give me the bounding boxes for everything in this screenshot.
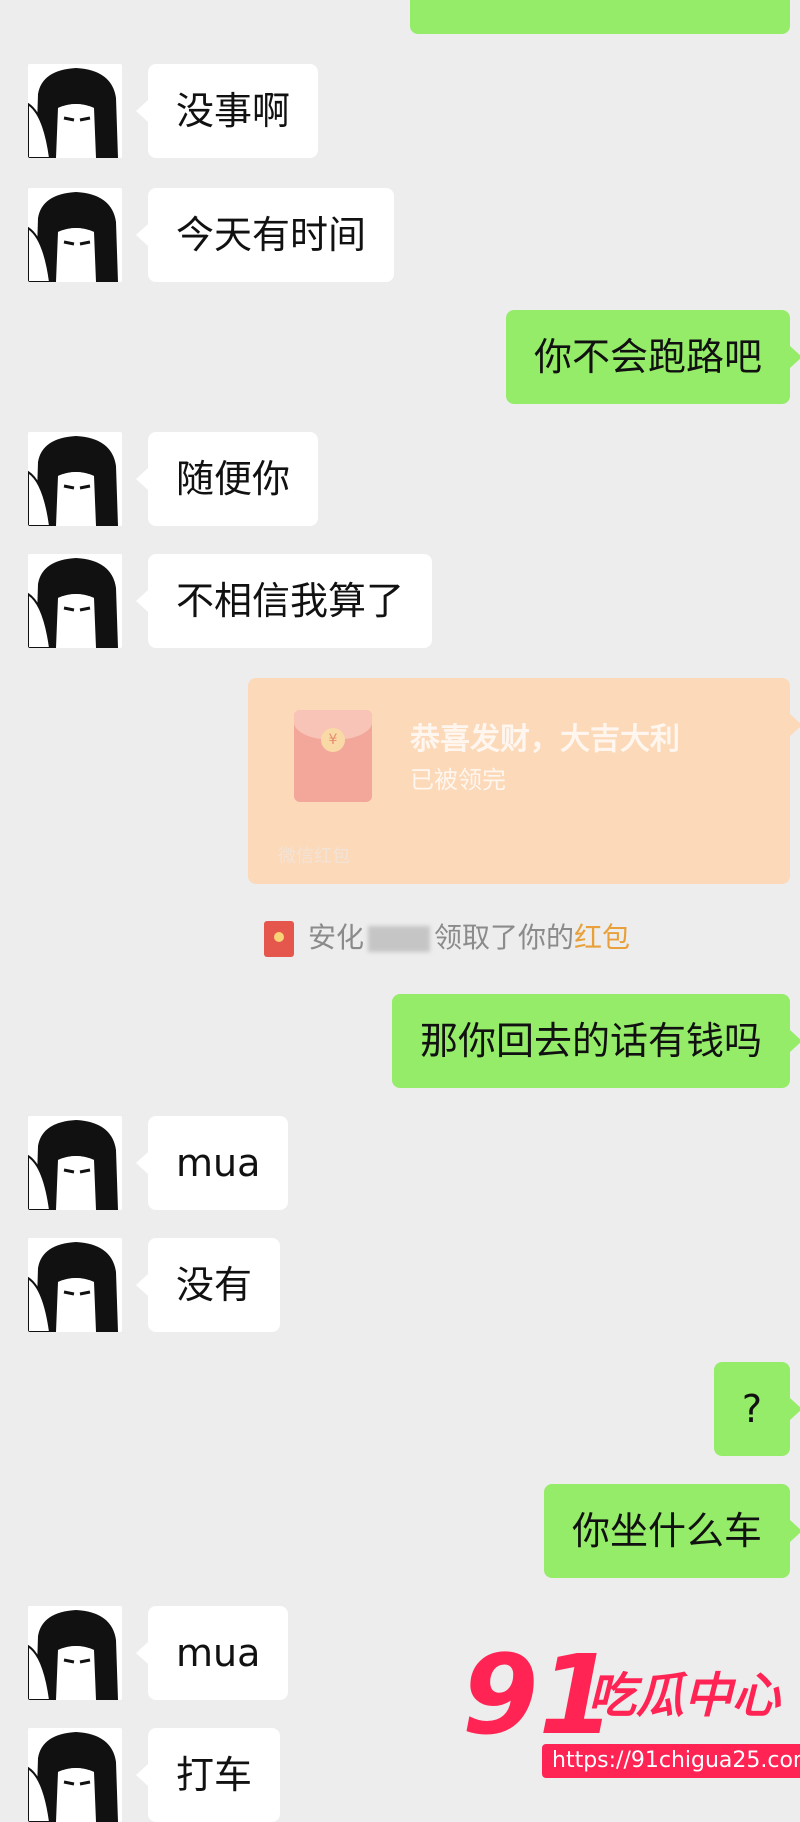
contact-avatar[interactable] — [28, 1728, 122, 1822]
outgoing-message: ? — [713, 1362, 800, 1456]
redacted-name — [368, 926, 431, 952]
incoming-message: 不相信我算了 — [135, 554, 433, 648]
anime-girl-avatar-icon — [28, 64, 122, 158]
system-notice: 安化 领取了你的红包 — [264, 918, 630, 958]
anime-girl-avatar-icon — [28, 1116, 122, 1210]
contact-avatar[interactable] — [28, 64, 122, 158]
contact-avatar[interactable] — [28, 432, 122, 526]
outgoing-message: 你坐什么车 — [543, 1484, 800, 1578]
outgoing-message: 你不会跑路吧 — [505, 310, 800, 404]
red-packet-card[interactable]: ¥ 恭喜发财，大吉大利 已被领完 微信红包 — [248, 678, 800, 884]
anime-girl-avatar-icon — [28, 188, 122, 282]
red-packet-footer: 微信红包 — [278, 846, 350, 867]
incoming-message: 没有 — [135, 1238, 281, 1332]
contact-avatar[interactable] — [28, 188, 122, 282]
site-watermark: 91 吃瓜中心 https://91chigua25.com — [462, 1640, 800, 1793]
incoming-message: 打车 — [135, 1728, 281, 1822]
anime-girl-avatar-icon — [28, 1238, 122, 1332]
contact-avatar[interactable] — [28, 1606, 122, 1700]
red-envelope-icon: ¥ — [294, 710, 372, 802]
anime-girl-avatar-icon — [28, 432, 122, 526]
contact-avatar[interactable] — [28, 1116, 122, 1210]
incoming-message: 今天有时间 — [135, 188, 395, 282]
red-packet-small-icon — [264, 921, 294, 957]
notice-prefix: 安化 — [308, 921, 365, 954]
anime-girl-avatar-icon — [28, 554, 122, 648]
incoming-message: 没事啊 — [135, 64, 319, 158]
red-packet-title: 恭喜发财，大吉大利 — [410, 722, 680, 757]
anime-girl-avatar-icon — [28, 1728, 122, 1822]
notice-middle: 领取了你的 — [434, 921, 575, 954]
contact-avatar[interactable] — [28, 1238, 122, 1332]
incoming-message: mua — [135, 1116, 289, 1210]
outgoing-message: 那你回去的话有钱吗 — [391, 994, 800, 1088]
notice-red-packet-link[interactable]: 红包 — [574, 921, 630, 954]
contact-avatar[interactable] — [28, 554, 122, 648]
incoming-message: 随便你 — [135, 432, 319, 526]
cropped-outgoing-bubble — [410, 0, 790, 34]
watermark-text: 吃瓜中心 — [588, 1668, 781, 1724]
red-packet-status: 已被领完 — [410, 766, 506, 794]
anime-girl-avatar-icon — [28, 1606, 122, 1700]
watermark-url: https://91chigua25.com — [542, 1744, 800, 1778]
incoming-message: mua — [135, 1606, 289, 1700]
